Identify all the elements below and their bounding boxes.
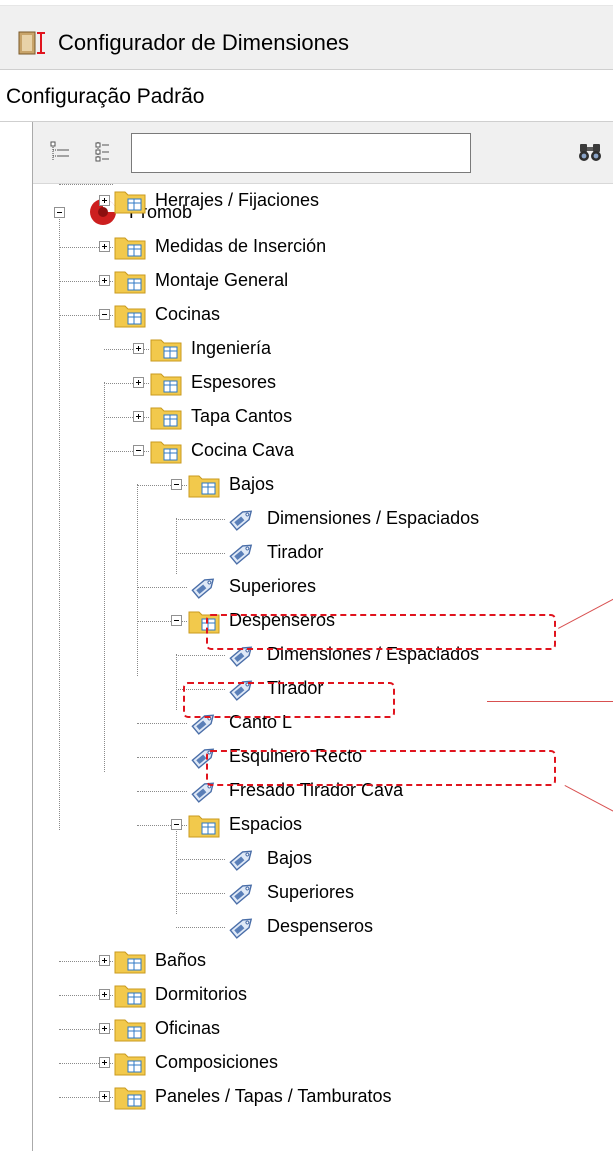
expand-toggle[interactable] (99, 989, 110, 1000)
tree-node-label: Oficinas (155, 1018, 221, 1038)
tree-node-folder[interactable]: Herrajes / Fijaciones (33, 184, 593, 218)
collapse-toggle[interactable] (171, 479, 182, 490)
tree-node-label: Bajos (267, 848, 313, 868)
folder-icon (113, 980, 147, 1010)
tree-node-folder[interactable]: Espesores (33, 366, 593, 400)
tree-node-label: Dimensiones / Espaciados (267, 508, 480, 528)
folder-icon (113, 946, 147, 976)
expand-toggle[interactable] (99, 1091, 110, 1102)
expand-toggle[interactable] (99, 275, 110, 286)
tree-node-item[interactable]: Despenseros (33, 910, 593, 944)
tree-node-label: Superiores (267, 882, 355, 902)
tree-node-folder[interactable]: Ingeniería (33, 332, 593, 366)
tree-node-label: Herrajes / Fijaciones (155, 190, 320, 210)
collapse-tree-icon[interactable] (49, 140, 73, 164)
tag-icon (225, 878, 259, 908)
folder-icon (187, 810, 221, 840)
tree-panel: Promob Medidas de Inserción Montaje Gener… (32, 122, 613, 1151)
folder-icon (113, 186, 147, 216)
tag-icon (225, 538, 259, 568)
expand-toggle[interactable] (133, 411, 144, 422)
tree-node-folder[interactable]: Oficinas (33, 1012, 593, 1046)
configuration-label: Configuração Padrão (6, 85, 205, 108)
tree-node-label: Dormitorios (155, 984, 248, 1004)
folder-icon (113, 1014, 147, 1044)
highlight-box (206, 750, 556, 786)
tree-node-label: Paneles / Tapas / Tamburatos (155, 1086, 392, 1106)
tree-node-folder[interactable]: Composiciones (33, 1046, 593, 1080)
title-bar: Configurador de Dimensiones (0, 6, 613, 70)
collapse-toggle[interactable] (133, 445, 144, 456)
tree-node-folder[interactable]: Bajos (33, 468, 593, 502)
tag-icon (225, 912, 259, 942)
dimension-tree: Promob Medidas de Inserción Montaje Gener… (33, 184, 613, 1151)
tree-node-folder[interactable]: Medidas de Inserción (33, 230, 593, 264)
tree-node-label: Cocinas (155, 304, 221, 324)
tree-node-label: Superiores (229, 576, 317, 596)
expand-toggle[interactable] (99, 195, 110, 206)
tree-node-folder[interactable]: Tapa Cantos (33, 400, 593, 434)
expand-toggle[interactable] (99, 1023, 110, 1034)
highlight-box (206, 614, 556, 650)
tag-icon (225, 504, 259, 534)
expand-toggle[interactable] (99, 955, 110, 966)
tree-node-label: Montaje General (155, 270, 289, 290)
folder-icon (113, 300, 147, 330)
expand-toggle[interactable] (133, 377, 144, 388)
folder-icon (113, 1048, 147, 1078)
collapse-toggle[interactable] (171, 615, 182, 626)
tree-node-item[interactable]: Tirador (33, 536, 593, 570)
expand-tree-icon[interactable] (91, 140, 115, 164)
tree-node-folder[interactable]: Cocinas (33, 298, 593, 332)
tree-node-folder[interactable]: Paneles / Tapas / Tamburatos (33, 1080, 593, 1114)
configuration-bar: Configuração Padrão (0, 70, 613, 122)
folder-icon (113, 1082, 147, 1112)
tree-node-label: Espacios (229, 814, 303, 834)
tree-node-folder[interactable]: Dormitorios (33, 978, 593, 1012)
window-title: Configurador de Dimensiones (58, 30, 350, 55)
tree-node-label: Composiciones (155, 1052, 279, 1072)
highlight-box (183, 682, 395, 718)
tree-node-label: Bajos (229, 474, 275, 494)
tree-node-item[interactable]: Superiores (33, 570, 593, 604)
tree-node-item[interactable]: Dimensiones / Espaciados (33, 502, 593, 536)
tree-node-folder[interactable]: Baños (33, 944, 593, 978)
tree-node-label: Medidas de Inserción (155, 236, 327, 256)
expand-toggle[interactable] (99, 1057, 110, 1068)
folder-icon (113, 266, 147, 296)
tag-icon (187, 572, 221, 602)
tree-node-folder[interactable]: Cocina Cava (33, 434, 593, 468)
annotation-pointer (487, 701, 613, 702)
collapse-toggle[interactable] (99, 309, 110, 320)
tree-node-folder[interactable]: Espacios (33, 808, 593, 842)
tree-node-label: Tapa Cantos (191, 406, 293, 426)
tree-node-folder[interactable]: Montaje General (33, 264, 593, 298)
binoculars-icon[interactable] (577, 140, 603, 164)
tag-icon (225, 844, 259, 874)
ruler-book-icon (18, 31, 45, 55)
search-input[interactable] (131, 133, 471, 173)
folder-icon (149, 436, 183, 466)
collapse-toggle[interactable] (171, 819, 182, 830)
tree-node-item[interactable]: Bajos (33, 842, 593, 876)
tree-node-label: Ingeniería (191, 338, 272, 358)
folder-icon (149, 334, 183, 364)
tree-node-label: Baños (155, 950, 207, 970)
tree-toolbar (33, 122, 613, 184)
tree-node-label: Tirador (267, 542, 324, 562)
tree-node-label: Cocina Cava (191, 440, 295, 460)
folder-icon (113, 232, 147, 262)
tree-node-item[interactable]: Superiores (33, 876, 593, 910)
tree-node-label: Espesores (191, 372, 277, 392)
expand-toggle[interactable] (99, 241, 110, 252)
folder-icon (187, 470, 221, 500)
expand-toggle[interactable] (133, 343, 144, 354)
folder-icon (149, 402, 183, 432)
tree-node-label: Despenseros (267, 916, 374, 936)
folder-icon (149, 368, 183, 398)
